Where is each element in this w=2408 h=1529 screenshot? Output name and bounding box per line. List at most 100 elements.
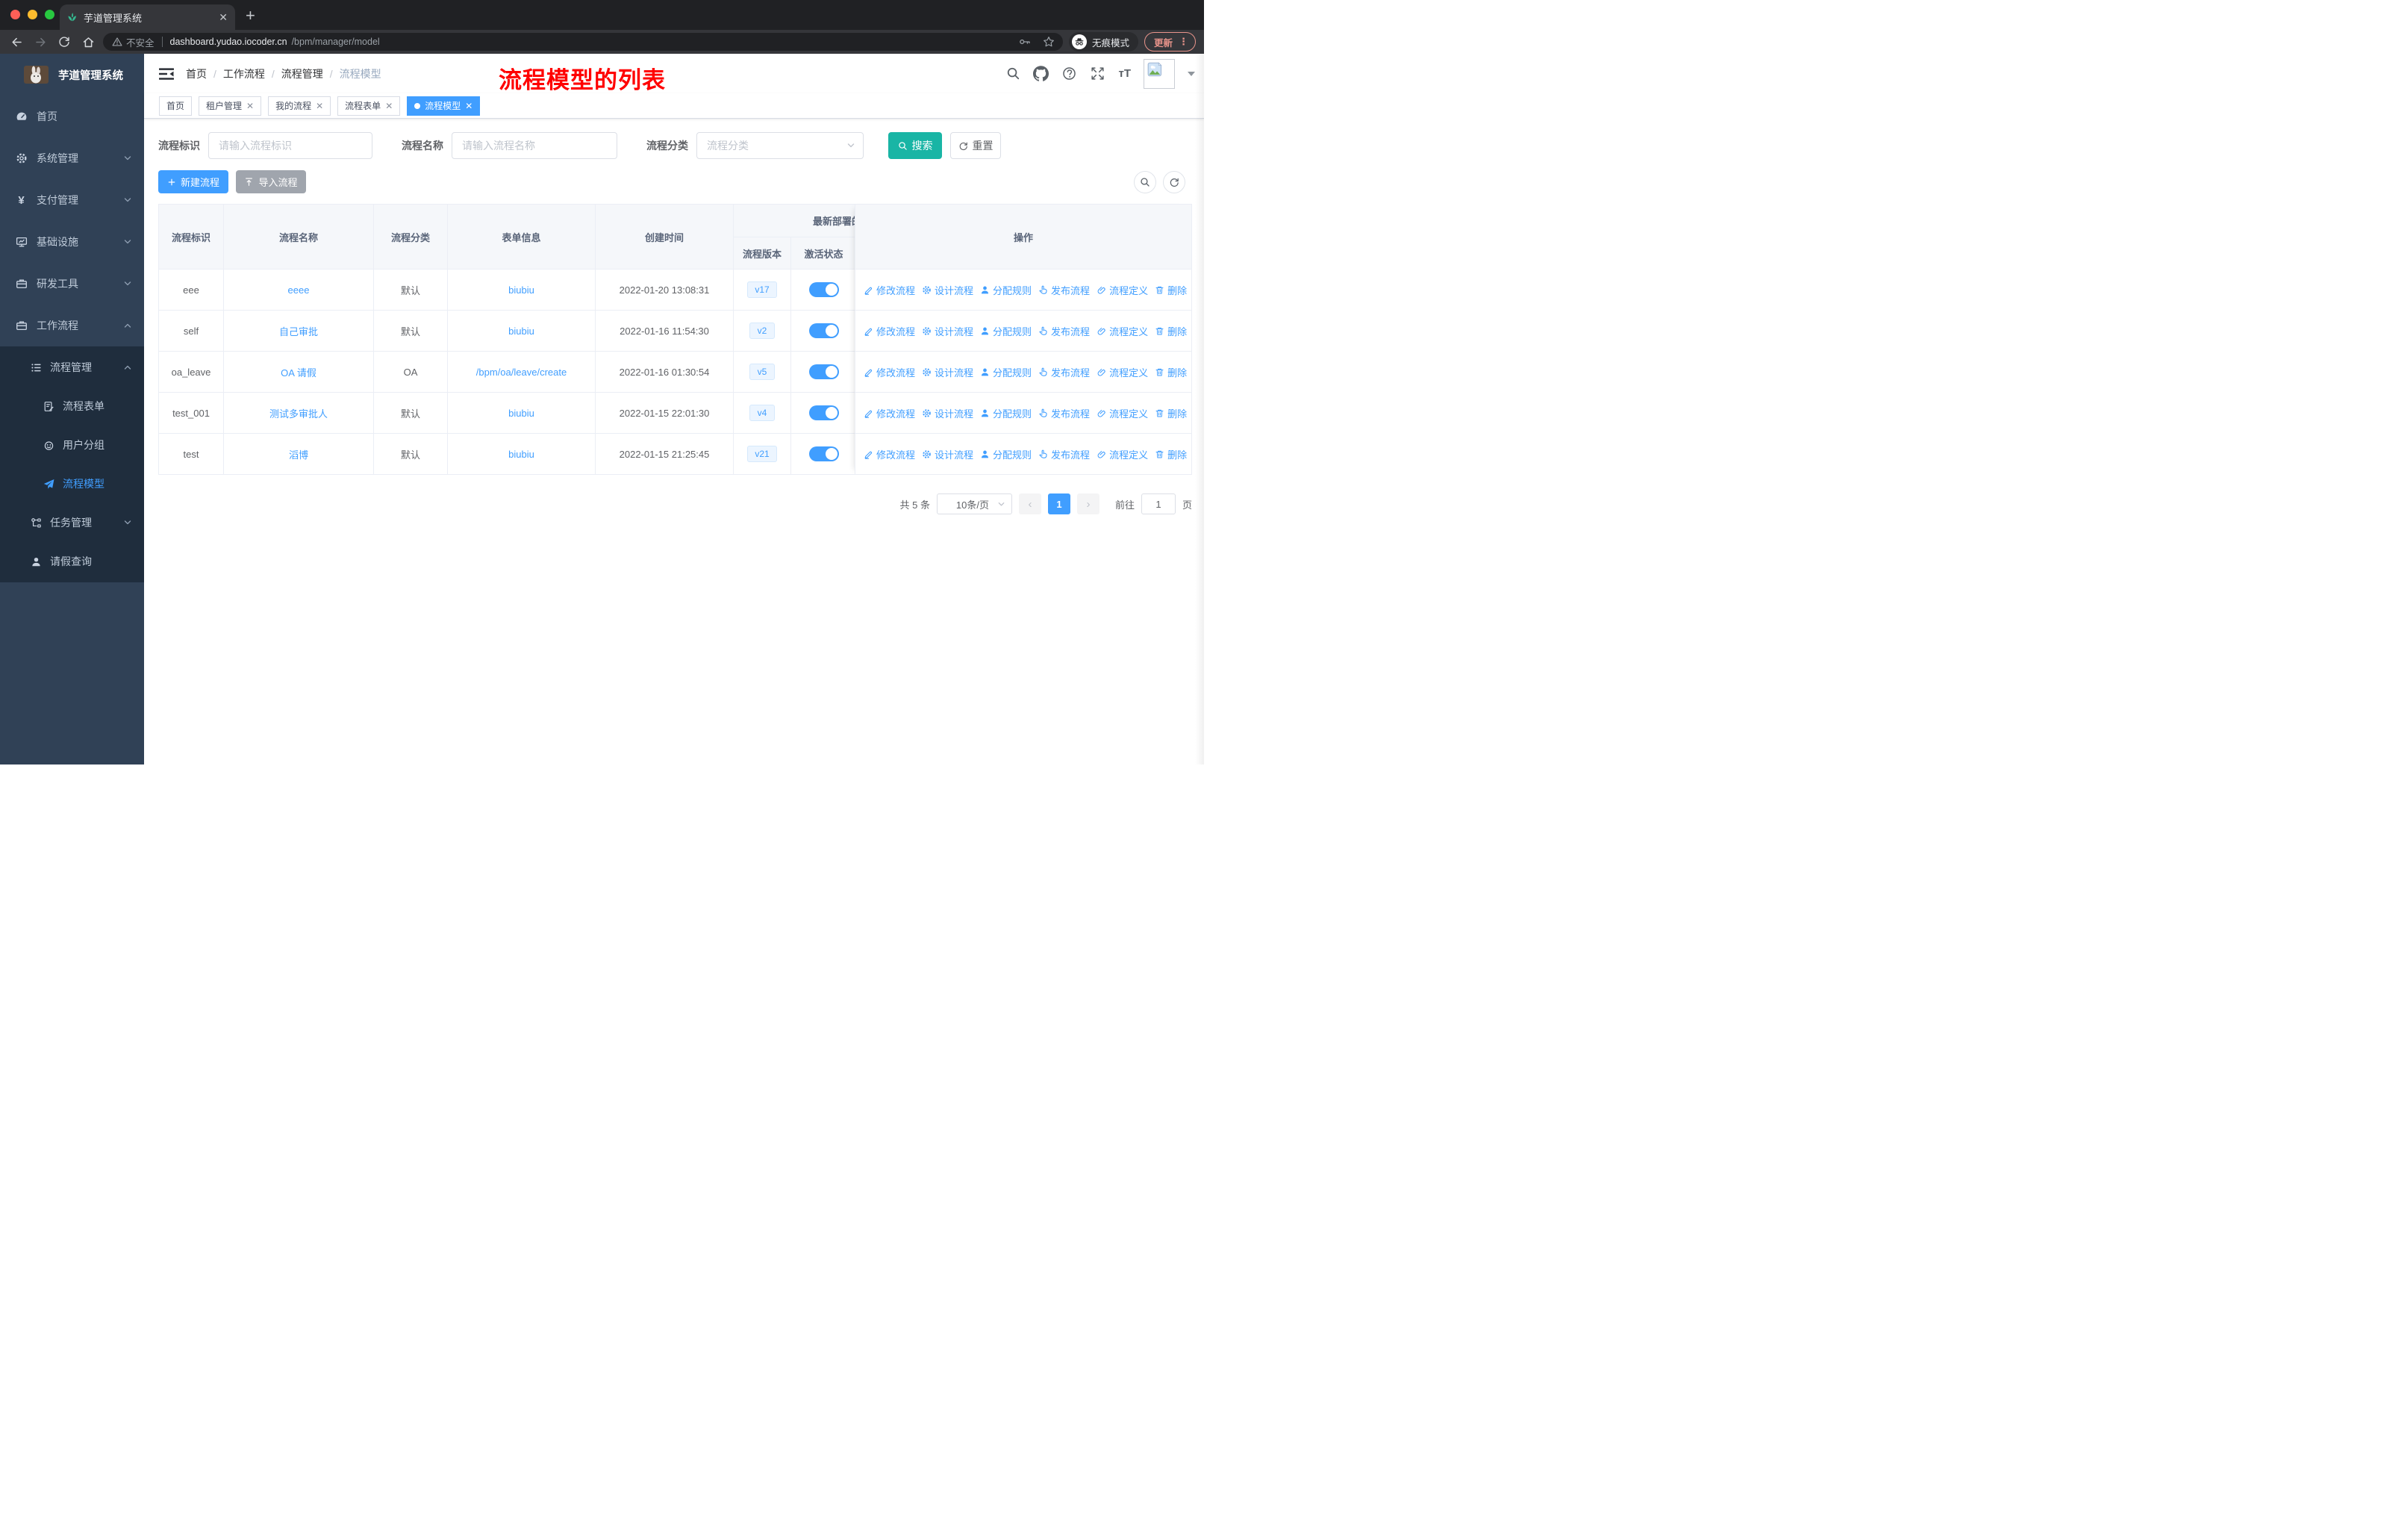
design-process-link[interactable]: 设计流程 bbox=[922, 365, 973, 379]
edit-process-link[interactable]: 修改流程 bbox=[864, 406, 915, 420]
active-toggle[interactable] bbox=[808, 282, 839, 297]
delete-process-link[interactable]: 删除 bbox=[1155, 324, 1187, 338]
active-toggle[interactable] bbox=[808, 364, 839, 379]
page-size-select[interactable]: 10条/页 bbox=[936, 493, 1012, 514]
sidebar-item-process-form[interactable]: 流程表单 bbox=[0, 387, 144, 426]
sidebar-item-process-mgmt[interactable]: 流程管理 bbox=[0, 348, 144, 387]
page-scrollbar[interactable] bbox=[1195, 54, 1204, 764]
security-chip[interactable]: 不安全 bbox=[112, 35, 155, 49]
tag-tenant[interactable]: 租户管理 ✕ bbox=[199, 96, 262, 116]
breadcrumb-item[interactable]: 工作流程 bbox=[223, 66, 265, 81]
sidebar-item-infra[interactable]: 基础设施 bbox=[0, 221, 144, 263]
avatar[interactable] bbox=[1144, 58, 1175, 89]
active-toggle[interactable] bbox=[808, 323, 839, 338]
process-definition-link[interactable]: 流程定义 bbox=[1097, 365, 1148, 379]
tab-close-icon[interactable]: ✕ bbox=[219, 12, 228, 22]
goto-page-input[interactable] bbox=[1141, 493, 1176, 514]
address-bar[interactable]: 不安全 dashboard.yudao.iocoder.cn/bpm/manag… bbox=[103, 33, 1063, 51]
design-process-link[interactable]: 设计流程 bbox=[922, 406, 973, 420]
assign-rule-link[interactable]: 分配规则 bbox=[980, 365, 1032, 379]
delete-process-link[interactable]: 删除 bbox=[1155, 283, 1187, 297]
sidebar-item-payment[interactable]: ¥ 支付管理 bbox=[0, 179, 144, 221]
toggle-search-button[interactable] bbox=[1134, 170, 1156, 193]
edit-process-link[interactable]: 修改流程 bbox=[864, 365, 915, 379]
tag-process-form[interactable]: 流程表单 ✕ bbox=[337, 96, 401, 116]
forward-button[interactable] bbox=[31, 33, 49, 51]
browser-tab[interactable]: 芋道管理系统 ✕ bbox=[60, 4, 235, 30]
assign-rule-link[interactable]: 分配规则 bbox=[980, 406, 1032, 420]
close-icon[interactable]: ✕ bbox=[465, 101, 472, 111]
tag-my-process[interactable]: 我的流程 ✕ bbox=[268, 96, 331, 116]
font-size-icon[interactable]: ᴛT bbox=[1118, 67, 1131, 80]
form-info-link[interactable]: biubiu bbox=[508, 408, 534, 419]
page-number-1[interactable]: 1 bbox=[1047, 493, 1070, 514]
reset-button[interactable]: 重置 bbox=[950, 132, 1001, 159]
process-category-select[interactable]: 流程分类 bbox=[696, 132, 864, 159]
delete-process-link[interactable]: 删除 bbox=[1155, 365, 1187, 379]
publish-process-link[interactable]: 发布流程 bbox=[1038, 406, 1090, 420]
process-name-link[interactable]: eeee bbox=[288, 284, 310, 296]
form-info-link[interactable]: biubiu bbox=[508, 449, 534, 460]
assign-rule-link[interactable]: 分配规则 bbox=[980, 324, 1032, 338]
process-name-link[interactable]: 滔博 bbox=[289, 449, 308, 461]
search-button[interactable]: 搜索 bbox=[888, 132, 942, 159]
new-tab-button[interactable]: + bbox=[246, 6, 255, 25]
design-process-link[interactable]: 设计流程 bbox=[922, 447, 973, 461]
app-logo[interactable]: 芋道管理系统 bbox=[0, 54, 144, 96]
sidebar-item-devtools[interactable]: 研发工具 bbox=[0, 263, 144, 305]
process-name-input[interactable] bbox=[452, 132, 617, 159]
delete-process-link[interactable]: 删除 bbox=[1155, 406, 1187, 420]
breadcrumb-item[interactable]: 流程管理 bbox=[281, 66, 323, 81]
process-key-input[interactable] bbox=[208, 132, 372, 159]
search-icon[interactable] bbox=[1006, 66, 1020, 81]
reload-button[interactable] bbox=[55, 33, 73, 51]
sidebar-item-process-model[interactable]: 流程模型 bbox=[0, 464, 144, 503]
process-definition-link[interactable]: 流程定义 bbox=[1097, 283, 1148, 297]
form-info-link[interactable]: /bpm/oa/leave/create bbox=[476, 367, 567, 378]
fullscreen-icon[interactable] bbox=[1090, 66, 1105, 81]
back-button[interactable] bbox=[7, 33, 25, 51]
browser-menu-icon[interactable]: ⋮ bbox=[1179, 36, 1188, 48]
process-definition-link[interactable]: 流程定义 bbox=[1097, 447, 1148, 461]
window-close-button[interactable] bbox=[10, 10, 20, 19]
design-process-link[interactable]: 设计流程 bbox=[922, 283, 973, 297]
process-definition-link[interactable]: 流程定义 bbox=[1097, 406, 1148, 420]
refresh-table-button[interactable] bbox=[1163, 170, 1185, 193]
import-process-button[interactable]: 导入流程 bbox=[236, 170, 306, 193]
window-minimize-button[interactable] bbox=[28, 10, 37, 19]
publish-process-link[interactable]: 发布流程 bbox=[1038, 447, 1090, 461]
home-button[interactable] bbox=[79, 33, 97, 51]
edit-process-link[interactable]: 修改流程 bbox=[864, 283, 915, 297]
window-zoom-button[interactable] bbox=[45, 10, 54, 19]
process-name-link[interactable]: OA 请假 bbox=[281, 367, 316, 379]
sidebar-item-home[interactable]: 首页 bbox=[0, 96, 144, 137]
close-icon[interactable]: ✕ bbox=[316, 101, 323, 111]
delete-process-link[interactable]: 删除 bbox=[1155, 447, 1187, 461]
sidebar-item-workflow[interactable]: 工作流程 bbox=[0, 305, 144, 346]
breadcrumb-item[interactable]: 首页 bbox=[186, 66, 207, 81]
tag-home[interactable]: 首页 bbox=[159, 96, 193, 116]
edit-process-link[interactable]: 修改流程 bbox=[864, 447, 915, 461]
publish-process-link[interactable]: 发布流程 bbox=[1038, 324, 1090, 338]
github-icon[interactable] bbox=[1033, 66, 1049, 81]
assign-rule-link[interactable]: 分配规则 bbox=[980, 447, 1032, 461]
form-info-link[interactable]: biubiu bbox=[508, 284, 534, 296]
edit-process-link[interactable]: 修改流程 bbox=[864, 324, 915, 338]
close-icon[interactable]: ✕ bbox=[385, 101, 393, 111]
create-process-button[interactable]: 新建流程 bbox=[158, 170, 228, 193]
process-name-link[interactable]: 测试多审批人 bbox=[269, 408, 328, 420]
sidebar-collapse-icon[interactable] bbox=[159, 67, 174, 81]
close-icon[interactable]: ✕ bbox=[246, 101, 254, 111]
sidebar-item-system[interactable]: 系统管理 bbox=[0, 137, 144, 179]
sidebar-item-user-group[interactable]: 用户分组 bbox=[0, 426, 144, 464]
browser-update-button[interactable]: 更新 ⋮ bbox=[1144, 32, 1196, 52]
publish-process-link[interactable]: 发布流程 bbox=[1038, 365, 1090, 379]
process-definition-link[interactable]: 流程定义 bbox=[1097, 324, 1148, 338]
password-key-icon[interactable] bbox=[1018, 35, 1032, 49]
prev-page-button[interactable]: ‹ bbox=[1018, 493, 1041, 514]
active-toggle[interactable] bbox=[808, 446, 839, 461]
tag-process-model[interactable]: 流程模型 ✕ bbox=[407, 96, 481, 116]
publish-process-link[interactable]: 发布流程 bbox=[1038, 283, 1090, 297]
sidebar-item-leave-query[interactable]: 请假查询 bbox=[0, 542, 144, 581]
form-info-link[interactable]: biubiu bbox=[508, 326, 534, 337]
